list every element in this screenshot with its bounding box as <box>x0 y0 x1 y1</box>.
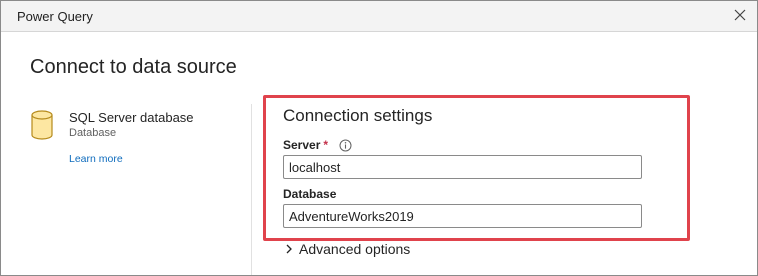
database-cylinder-icon <box>31 110 53 140</box>
close-icon <box>734 9 746 21</box>
server-label-text: Server <box>283 138 321 152</box>
required-mark: * <box>323 138 329 152</box>
title-bar: Power Query <box>1 1 757 32</box>
source-type: Database <box>69 127 117 139</box>
connection-settings-title: Connection settings <box>283 106 433 125</box>
server-label: Server * <box>283 138 328 152</box>
power-query-dialog: Power Query Connect to data source SQL S… <box>0 0 758 276</box>
source-name: SQL Server database <box>69 110 194 125</box>
database-label: Database <box>283 187 337 201</box>
server-input[interactable] <box>283 155 642 179</box>
info-icon[interactable] <box>339 139 352 152</box>
learn-more-link[interactable]: Learn more <box>69 153 123 165</box>
advanced-options-label: Advanced options <box>299 241 411 257</box>
window-title: Power Query <box>17 9 93 24</box>
database-input[interactable] <box>283 204 642 228</box>
panel-divider <box>251 104 252 275</box>
advanced-options-toggle[interactable]: Advanced options <box>285 241 410 257</box>
close-button[interactable] <box>729 4 751 26</box>
chevron-right-icon <box>285 244 293 254</box>
page-title: Connect to data source <box>30 56 237 78</box>
